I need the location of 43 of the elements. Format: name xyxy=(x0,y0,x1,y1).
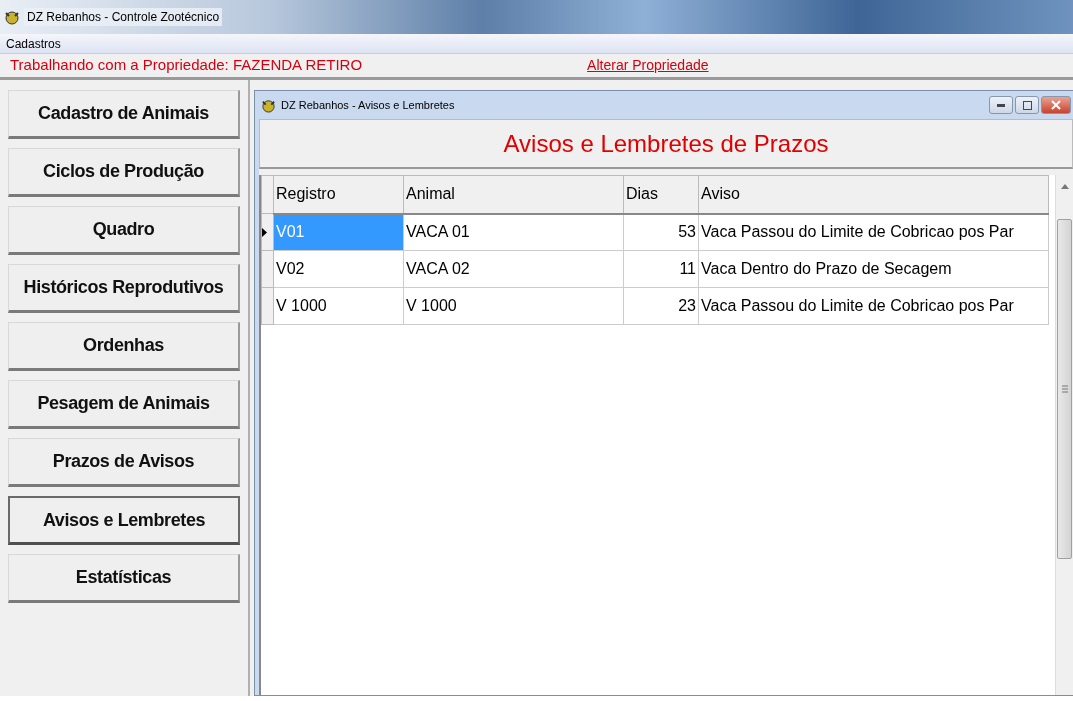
close-button[interactable] xyxy=(1041,96,1071,114)
row-pointer-icon xyxy=(262,227,267,237)
table-cell: 11 xyxy=(623,250,699,288)
column-header[interactable]: Aviso xyxy=(698,175,1049,214)
column-header[interactable]: Registro xyxy=(273,175,404,214)
minimize-button[interactable] xyxy=(989,96,1013,114)
table-cell: 23 xyxy=(623,287,699,325)
scrollbar-thumb[interactable] xyxy=(1057,219,1072,559)
sidebar-button[interactable]: Ciclos de Produção xyxy=(8,148,240,197)
scroll-up-icon[interactable] xyxy=(1060,183,1069,189)
window-title: DZ Rebanhos - Controle Zootécnico xyxy=(24,8,223,26)
table-cell: V02 xyxy=(273,250,404,288)
table-cell: Vaca Passou do Limite de Cobricao pos Par xyxy=(698,213,1049,251)
property-label: Trabalhando com a Propriedade: FAZENDA RETIRO xyxy=(10,55,363,76)
sidebar-button[interactable]: Estatísticas xyxy=(8,554,240,603)
grip-icon xyxy=(1061,385,1068,393)
sidebar-button[interactable]: Ordenhas xyxy=(8,322,240,371)
minimize-icon xyxy=(997,103,1005,107)
table-cell: Vaca Passou do Limite de Cobricao pos Par xyxy=(698,287,1049,325)
app-logo-icon xyxy=(4,9,20,25)
table-cell: VACA 02 xyxy=(403,250,624,288)
close-icon xyxy=(1051,100,1061,110)
window-heading: Avisos e Lembretes de Prazos xyxy=(503,128,829,159)
sidebar-button[interactable]: Prazos de Avisos xyxy=(8,438,240,487)
sidebar-button[interactable]: Pesagem de Animais xyxy=(8,380,240,429)
table-cell: V 1000 xyxy=(273,287,404,325)
column-header[interactable]: Animal xyxy=(403,175,624,214)
table-cell: V 1000 xyxy=(403,287,624,325)
menu-item[interactable]: Cadastros xyxy=(6,34,61,53)
maximize-icon xyxy=(1022,100,1032,110)
table-cell: 53 xyxy=(623,213,699,251)
window-title: DZ Rebanhos - Avisos e Lembretes xyxy=(281,97,455,113)
table-cell: VACA 01 xyxy=(403,213,624,251)
sidebar-button[interactable]: Cadastro de Animais xyxy=(8,90,240,139)
sidebar-button[interactable]: Quadro xyxy=(8,206,240,255)
table-cell: Vaca Dentro do Prazo de Secagem xyxy=(698,250,1049,288)
maximize-button[interactable] xyxy=(1015,96,1039,114)
sidebar-button[interactable]: Avisos e Lembretes xyxy=(8,496,240,545)
column-header[interactable]: Dias xyxy=(623,175,699,214)
change-property-link[interactable]: Alterar Propriedade xyxy=(587,55,709,76)
app-logo-icon xyxy=(261,97,276,113)
sidebar-button[interactable]: Históricos Reprodutivos xyxy=(8,264,240,313)
table-cell: V01 xyxy=(273,213,404,251)
